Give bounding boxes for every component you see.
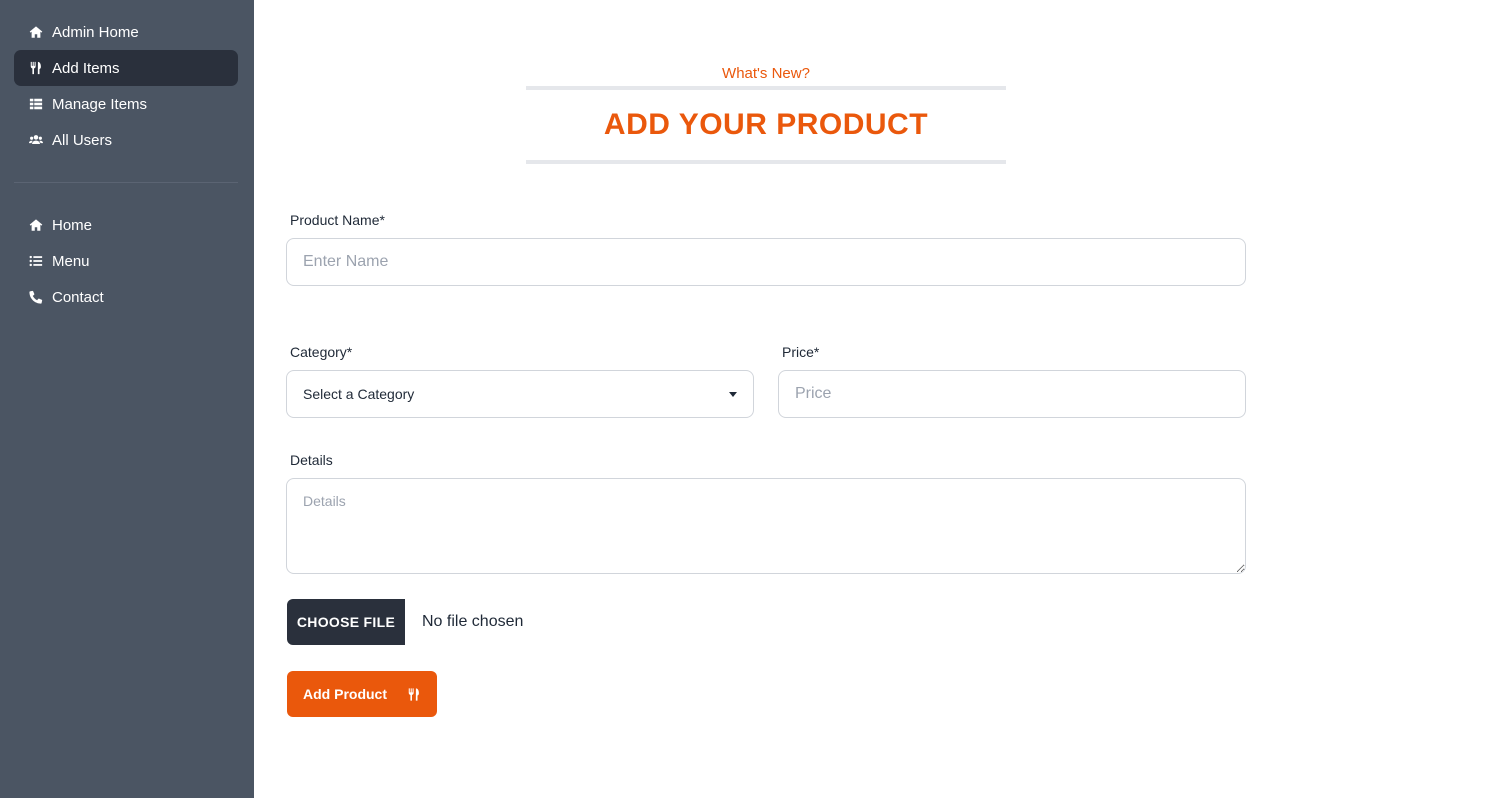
sidebar-divider: [14, 182, 238, 183]
details-textarea[interactable]: [286, 478, 1246, 574]
sidebar-item-all-users[interactable]: All Users: [14, 122, 238, 158]
category-label: Category*: [290, 344, 353, 360]
price-label: Price*: [782, 344, 820, 360]
section-subheading: What's New?: [722, 65, 810, 82]
sidebar-item-add-items[interactable]: Add Items: [14, 50, 238, 86]
main-content: What's New? ADD YOUR PRODUCT Product Nam…: [254, 0, 1501, 798]
heading-rule-bottom: [526, 160, 1006, 164]
sidebar-item-home[interactable]: Home: [14, 207, 238, 243]
product-name-label: Product Name*: [290, 212, 385, 228]
admin-nav: Admin Home Add Items Manage Items All Us…: [14, 14, 238, 158]
details-label: Details: [290, 452, 333, 468]
phone-icon: [28, 289, 44, 305]
sidebar-item-admin-home[interactable]: Admin Home: [14, 14, 238, 50]
sidebar-item-label: All Users: [52, 131, 113, 149]
page-title: ADD YOUR PRODUCT: [603, 108, 929, 141]
utensils-icon: [28, 60, 44, 76]
sidebar-item-label: Manage Items: [52, 95, 148, 113]
choose-file-button[interactable]: CHOOSE FILE: [287, 599, 405, 645]
sidebar-item-menu[interactable]: Menu: [14, 243, 238, 279]
users-icon: [28, 132, 44, 148]
app-layout: Admin Home Add Items Manage Items All Us…: [0, 0, 1501, 798]
list-icon: [28, 253, 44, 269]
sidebar-item-label: Contact: [52, 288, 104, 306]
list-table-icon: [28, 96, 44, 112]
sidebar-item-contact[interactable]: Contact: [14, 279, 238, 315]
file-status-text: No file chosen: [422, 613, 524, 630]
utensils-icon: [407, 687, 421, 702]
sidebar: Admin Home Add Items Manage Items All Us…: [0, 0, 254, 798]
sidebar-item-label: Menu: [52, 252, 90, 270]
site-nav: Home Menu Contact: [14, 207, 238, 315]
chevron-down-icon: [729, 391, 737, 397]
category-select[interactable]: Select a Category: [286, 370, 754, 418]
sidebar-item-label: Add Items: [52, 59, 120, 77]
add-product-button-label: Add Product: [303, 686, 387, 702]
sidebar-item-label: Home: [52, 216, 93, 234]
section-heading: What's New? ADD YOUR PRODUCT: [526, 62, 1006, 164]
home-icon: [28, 217, 44, 233]
home-icon: [28, 24, 44, 40]
sidebar-item-manage-items[interactable]: Manage Items: [14, 86, 238, 122]
product-name-input[interactable]: [286, 238, 1246, 286]
sidebar-item-label: Admin Home: [52, 23, 139, 41]
add-product-button[interactable]: Add Product: [287, 671, 437, 717]
price-input[interactable]: [778, 370, 1246, 418]
category-selected-value: Select a Category: [303, 386, 415, 402]
